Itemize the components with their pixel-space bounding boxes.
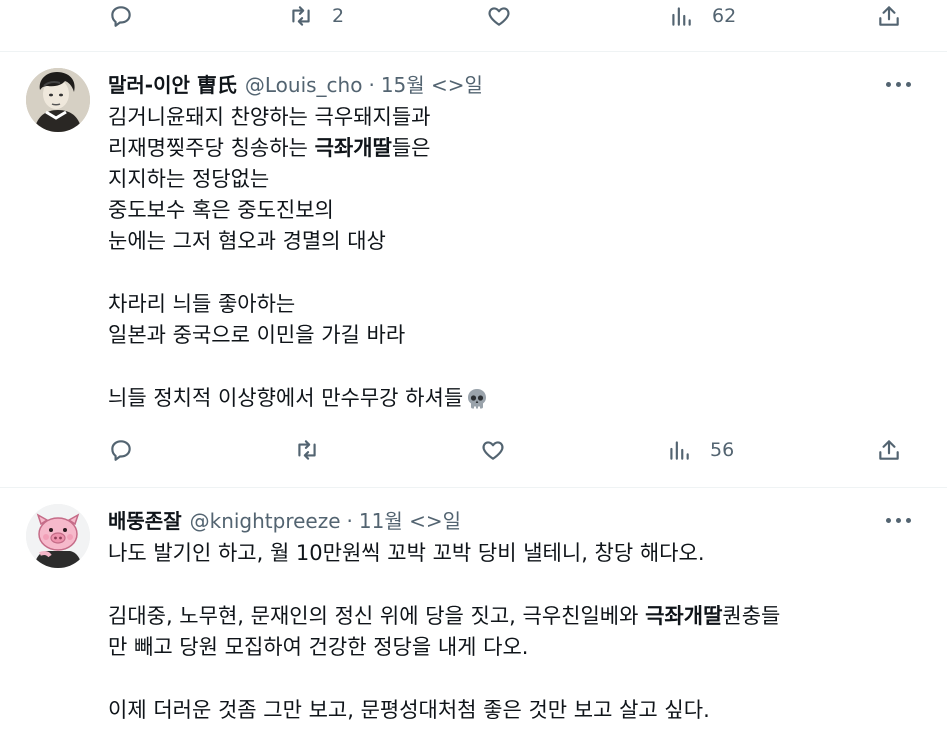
skull-icon [468, 389, 487, 409]
tweet[interactable]: 배뚱존잘 @knightpreeze · 11월 <>일 나도 발기인 하고, … [0, 488, 947, 737]
display-name[interactable]: 말러-이안 曺氏 [108, 69, 237, 98]
tweet[interactable]: 말러-이안 曺氏 @Louis_cho · 15월 <>일 김거니윤돼지 찬양하… [0, 52, 947, 486]
header-separator: · [368, 73, 375, 97]
heart-icon [482, 441, 504, 460]
text-segment: 리재명찢주당 칭송하는 [108, 136, 315, 160]
analytics-icon [670, 441, 689, 460]
timestamp[interactable]: 15월 <>일 [381, 69, 483, 98]
reply-icon [111, 6, 131, 27]
dot [885, 81, 891, 87]
header-separator: · [346, 509, 353, 533]
share-icon [879, 440, 899, 460]
text-segment: 김거니윤돼지 찬양하는 극우돼지들과 [108, 105, 431, 129]
text-segment: 차라리 늬들 좋아하는 [108, 292, 296, 316]
text-segment: 나도 발기인 하고, 월 10만원씩 꼬박 꼬박 당비 낼테니, 창당 해다오. [108, 541, 705, 565]
avatar[interactable] [26, 68, 90, 132]
retweet-button[interactable] [294, 430, 338, 470]
tweet-text-line: 차라리 늬들 좋아하는 [108, 289, 295, 320]
dot [905, 517, 911, 523]
text-segment: 이제 더러운 것좀 그만 보고, 문평성대처첨 좋은 것만 보고 살고 싶다. [108, 698, 710, 722]
portrait-image [26, 68, 90, 132]
tweet-header: 배뚱존잘 @knightpreeze · 11월 <>일 [108, 505, 461, 534]
views-button[interactable]: 62 [668, 0, 736, 36]
dot [885, 517, 891, 523]
display-name[interactable]: 배뚱존잘 [108, 505, 182, 534]
retweet-count: 2 [332, 5, 345, 27]
text-segment: 들은 [391, 136, 431, 160]
more-options-button[interactable] [880, 72, 916, 96]
dot [895, 517, 901, 523]
tweet-text-line: 이제 더러운 것좀 그만 보고, 문평성대처첨 좋은 것만 보고 살고 싶다. [108, 695, 710, 726]
share-button[interactable] [876, 0, 902, 36]
analytics-icon [672, 7, 691, 26]
text-segment: 퀀충들 [722, 604, 781, 628]
views-count: 62 [712, 5, 737, 27]
retweet-icon [298, 440, 316, 460]
timestamp[interactable]: 11월 <>일 [359, 505, 461, 534]
retweet-button[interactable]: 2 [288, 0, 344, 36]
reply-icon [111, 440, 131, 461]
text-segment: 중도보수 혹은 중도진보의 [108, 198, 334, 222]
text-segment: 일본과 중국으로 이민을 가길 바라 [108, 323, 406, 347]
reply-button[interactable] [108, 430, 152, 470]
tweet-text-line: 김거니윤돼지 찬양하는 극우돼지들과 [108, 102, 430, 133]
text-segment: 지지하는 정당없는 [108, 167, 270, 191]
share-icon [879, 6, 899, 26]
tweet-text-line: 만 빼고 당원 모집하여 건강한 정당을 내게 다오. [108, 632, 528, 663]
tweet-text-line: 늬들 정치적 이상향에서 만수무강 하셔들 [108, 383, 489, 414]
tweet-text-line: 나도 발기인 하고, 월 10만원씩 꼬박 꼬박 당비 낼테니, 창당 해다오. [108, 538, 705, 569]
reply-button[interactable] [108, 0, 152, 36]
user-handle[interactable]: @Louis_cho [245, 73, 363, 97]
like-button[interactable] [486, 0, 530, 36]
retweet-icon [292, 6, 310, 26]
pig-avatar-image [26, 504, 90, 568]
tweet-text-line: 일본과 중국으로 이민을 가길 바라 [108, 320, 405, 351]
previous-tweet-action-bar: 2 62 [0, 0, 947, 36]
tweet-text-line: 지지하는 정당없는 [108, 164, 269, 195]
share-button[interactable] [876, 430, 902, 470]
tweet-action-bar: 56 [0, 430, 947, 470]
user-handle[interactable]: @knightpreeze [190, 509, 341, 533]
dot [905, 81, 911, 87]
text-segment: 만 빼고 당원 모집하여 건강한 정당을 내게 다오. [108, 635, 529, 659]
bold-text: 극좌개딸 [314, 136, 392, 160]
text-segment: 눈에는 그저 혐오과 경멸의 대상 [108, 229, 386, 253]
bold-text: 극좌개딸 [645, 604, 723, 628]
tweet-text-line: 리재명찢주당 칭송하는 극좌개딸들은 [108, 133, 430, 164]
tweet-header: 말러-이안 曺氏 @Louis_cho · 15월 <>일 [108, 69, 483, 98]
text-segment: 늬들 정치적 이상향에서 만수무강 하셔들 [108, 386, 464, 410]
avatar[interactable] [26, 504, 90, 568]
tweet-text-line: 김대중, 노무현, 문재인의 정신 위에 당을 짓고, 극우친일베와 극좌개딸퀀… [108, 601, 780, 632]
tweet-text-line: 중도보수 혹은 중도진보의 [108, 195, 334, 226]
more-options-button[interactable] [880, 508, 916, 532]
views-count: 56 [710, 439, 735, 461]
dot [895, 81, 901, 87]
heart-icon [488, 7, 510, 26]
views-button[interactable]: 56 [666, 430, 734, 470]
like-button[interactable] [480, 430, 524, 470]
tweet-text-line: 눈에는 그저 혐오과 경멸의 대상 [108, 226, 386, 257]
text-segment: 김대중, 노무현, 문재인의 정신 위에 당을 짓고, 극우친일베와 [108, 604, 646, 628]
